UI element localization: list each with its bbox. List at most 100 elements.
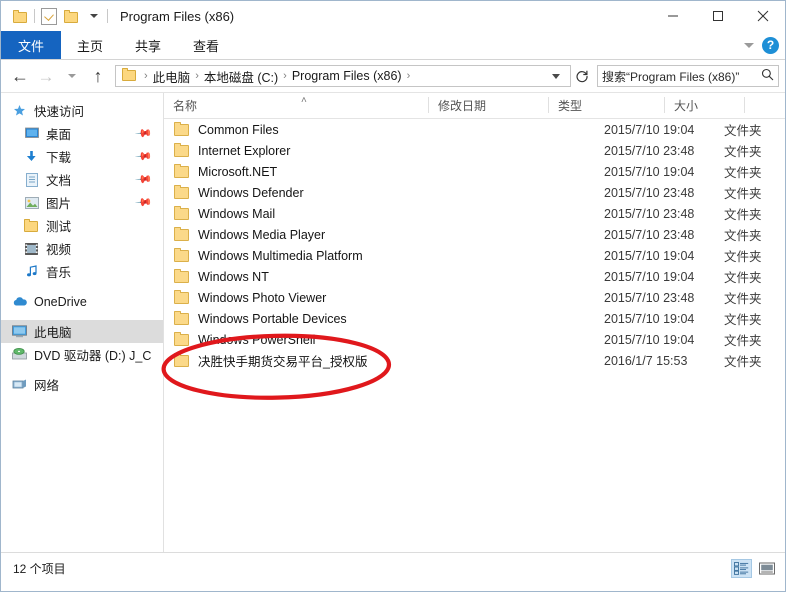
file-name-cell[interactable]: Windows Media Player bbox=[173, 227, 325, 242]
table-row[interactable]: Microsoft.NET 2015/7/10 19:04 文件夹 bbox=[164, 161, 785, 182]
ribbon-right-controls: ? bbox=[744, 31, 779, 59]
table-row[interactable]: Windows Media Player 2015/7/10 23:48 文件夹 bbox=[164, 224, 785, 245]
breadcrumb-separator-3[interactable]: › bbox=[404, 70, 414, 82]
file-date-cell: 2015/7/10 23:48 bbox=[604, 206, 695, 221]
new-folder-icon[interactable] bbox=[60, 5, 82, 27]
recent-locations-button[interactable] bbox=[59, 63, 85, 89]
status-bar: 12 个项目 bbox=[1, 552, 785, 583]
forward-button[interactable]: → bbox=[33, 63, 59, 89]
folder-icon bbox=[173, 143, 191, 158]
help-icon[interactable]: ? bbox=[762, 36, 779, 54]
table-row[interactable]: Windows Mail 2015/7/10 23:48 文件夹 bbox=[164, 203, 785, 224]
explorer-window: Program Files (x86) 文件 主页 共享 查看 ? ← → ↑ … bbox=[0, 0, 786, 592]
file-name-cell[interactable]: Common Files bbox=[173, 122, 279, 137]
sidebar-item-pictures[interactable]: 图片 📌 bbox=[1, 191, 163, 214]
refresh-button[interactable] bbox=[571, 65, 593, 87]
large-icons-view-icon[interactable] bbox=[756, 559, 777, 578]
column-header-date-modified[interactable]: 修改日期 bbox=[429, 93, 549, 118]
file-name-cell[interactable]: Windows Portable Devices bbox=[173, 311, 347, 326]
back-arrow-icon: ← bbox=[11, 66, 29, 86]
pin-icon-downloads[interactable]: 📌 bbox=[135, 147, 154, 166]
sidebar-item-quick-access[interactable]: 快速访问 bbox=[1, 99, 163, 122]
folder-icon bbox=[173, 248, 191, 263]
column-header-type[interactable]: 类型 bbox=[549, 93, 665, 118]
table-row[interactable]: 决胜快手期货交易平台_授权版 2016/1/7 15:53 文件夹 bbox=[164, 350, 785, 371]
file-name-cell[interactable]: Windows Mail bbox=[173, 206, 275, 221]
pin-icon-desktop[interactable]: 📌 bbox=[135, 124, 154, 143]
file-name-cell[interactable]: Windows PowerShell bbox=[173, 332, 315, 347]
table-row[interactable]: Windows Defender 2015/7/10 23:48 文件夹 bbox=[164, 182, 785, 203]
file-date-cell: 2015/7/10 23:48 bbox=[604, 290, 695, 305]
folder-icon bbox=[173, 164, 191, 179]
table-row[interactable]: Common Files 2015/7/10 19:04 文件夹 bbox=[164, 119, 785, 140]
column-header-name[interactable]: 名称 ˄ bbox=[164, 93, 429, 118]
refresh-icon bbox=[576, 70, 588, 83]
address-history-chevron-down-icon[interactable] bbox=[552, 73, 560, 79]
file-name-label: Common Files bbox=[198, 122, 279, 137]
breadcrumb-item-this-pc[interactable]: 此电脑 bbox=[151, 67, 193, 86]
minimize-button[interactable] bbox=[650, 1, 695, 30]
table-row[interactable]: Windows PowerShell 2015/7/10 19:04 文件夹 bbox=[164, 329, 785, 350]
music-icon bbox=[23, 265, 40, 278]
sidebar-item-onedrive[interactable]: OneDrive bbox=[1, 290, 163, 313]
sidebar-item-videos[interactable]: 视频 bbox=[1, 237, 163, 260]
sidebar-item-desktop[interactable]: 桌面 📌 bbox=[1, 122, 163, 145]
sidebar-item-dvd-drive[interactable]: DVD 驱动器 (D:) J_C bbox=[1, 343, 163, 366]
search-icon[interactable] bbox=[761, 68, 774, 84]
file-name-cell[interactable]: Windows NT bbox=[173, 269, 269, 284]
recent-chevron-down-icon bbox=[68, 74, 76, 78]
sidebar-group-gap-3 bbox=[1, 366, 163, 373]
file-date-cell: 2015/7/10 19:04 bbox=[604, 311, 695, 326]
table-row[interactable]: Internet Explorer 2015/7/10 23:48 文件夹 bbox=[164, 140, 785, 161]
close-button[interactable] bbox=[740, 1, 785, 30]
sidebar-item-test-folder[interactable]: 测试 bbox=[1, 214, 163, 237]
sidebar-item-this-pc[interactable]: 此电脑 bbox=[1, 320, 163, 343]
sidebar-item-downloads[interactable]: 下载 📌 bbox=[1, 145, 163, 168]
up-button[interactable]: ↑ bbox=[85, 63, 111, 89]
search-input[interactable]: 搜索“Program Files (x86)” bbox=[602, 68, 761, 85]
expand-ribbon-chevron-down-icon[interactable] bbox=[744, 42, 754, 48]
file-type-cell: 文件夹 bbox=[724, 145, 762, 159]
file-name-cell[interactable]: Windows Photo Viewer bbox=[173, 290, 326, 305]
file-name-cell[interactable]: Windows Multimedia Platform bbox=[173, 248, 363, 263]
file-name-cell[interactable]: Internet Explorer bbox=[173, 143, 290, 158]
maximize-button[interactable] bbox=[695, 1, 740, 30]
file-date-cell: 2015/7/10 23:48 bbox=[604, 185, 695, 200]
tab-file[interactable]: 文件 bbox=[1, 31, 62, 59]
explorer-folder-icon[interactable] bbox=[9, 5, 31, 27]
folder-icon bbox=[173, 122, 191, 137]
dvd-icon bbox=[11, 348, 28, 361]
table-row[interactable]: Windows NT 2015/7/10 19:04 文件夹 bbox=[164, 266, 785, 287]
column-headers: 名称 ˄ 修改日期 类型 大小 bbox=[164, 93, 785, 119]
forward-arrow-icon: → bbox=[37, 66, 55, 86]
table-row[interactable]: Windows Photo Viewer 2015/7/10 23:48 文件夹 bbox=[164, 287, 785, 308]
file-name-label: Windows Photo Viewer bbox=[198, 290, 327, 305]
back-button[interactable]: ← bbox=[7, 63, 33, 89]
pin-icon-documents[interactable]: 📌 bbox=[135, 170, 154, 189]
pin-icon-pictures[interactable]: 📌 bbox=[135, 193, 154, 212]
folder-icon bbox=[173, 353, 191, 368]
file-name-cell[interactable]: Windows Defender bbox=[173, 185, 304, 200]
window-title: Program Files (x86) bbox=[120, 8, 235, 24]
breadcrumb-item-local-disk-c[interactable]: 本地磁盘 (C:) bbox=[202, 67, 280, 86]
breadcrumb-item-program-files-x86[interactable]: Program Files (x86) bbox=[290, 69, 404, 83]
file-name-cell[interactable]: 决胜快手期货交易平台_授权版 bbox=[173, 351, 367, 370]
file-name-cell[interactable]: Microsoft.NET bbox=[173, 164, 277, 179]
table-row[interactable]: Windows Portable Devices 2015/7/10 19:04… bbox=[164, 308, 785, 329]
column-header-size[interactable]: 大小 bbox=[665, 93, 745, 118]
properties-icon[interactable] bbox=[38, 5, 60, 27]
address-bar[interactable]: › 此电脑 › 本地磁盘 (C:) › Program Files (x86) … bbox=[115, 65, 571, 87]
tab-share[interactable]: 共享 bbox=[119, 31, 177, 59]
sidebar-item-documents[interactable]: 文档 📌 bbox=[1, 168, 163, 191]
tab-home[interactable]: 主页 bbox=[61, 31, 119, 59]
tab-view[interactable]: 查看 bbox=[177, 31, 235, 59]
customize-quick-access-chevron-icon[interactable] bbox=[82, 5, 104, 27]
search-box[interactable]: 搜索“Program Files (x86)” bbox=[597, 65, 779, 87]
file-type-cell: 文件夹 bbox=[724, 229, 762, 243]
file-date-cell: 2015/7/10 23:48 bbox=[604, 143, 695, 158]
table-row[interactable]: Windows Multimedia Platform 2015/7/10 19… bbox=[164, 245, 785, 266]
sidebar-item-music[interactable]: 音乐 bbox=[1, 260, 163, 283]
details-view-icon[interactable] bbox=[731, 558, 752, 578]
sidebar-item-network[interactable]: 网络 bbox=[1, 373, 163, 396]
navigation-bar: ← → ↑ › 此电脑 › 本地磁盘 (C:) › Program Files … bbox=[1, 60, 785, 92]
